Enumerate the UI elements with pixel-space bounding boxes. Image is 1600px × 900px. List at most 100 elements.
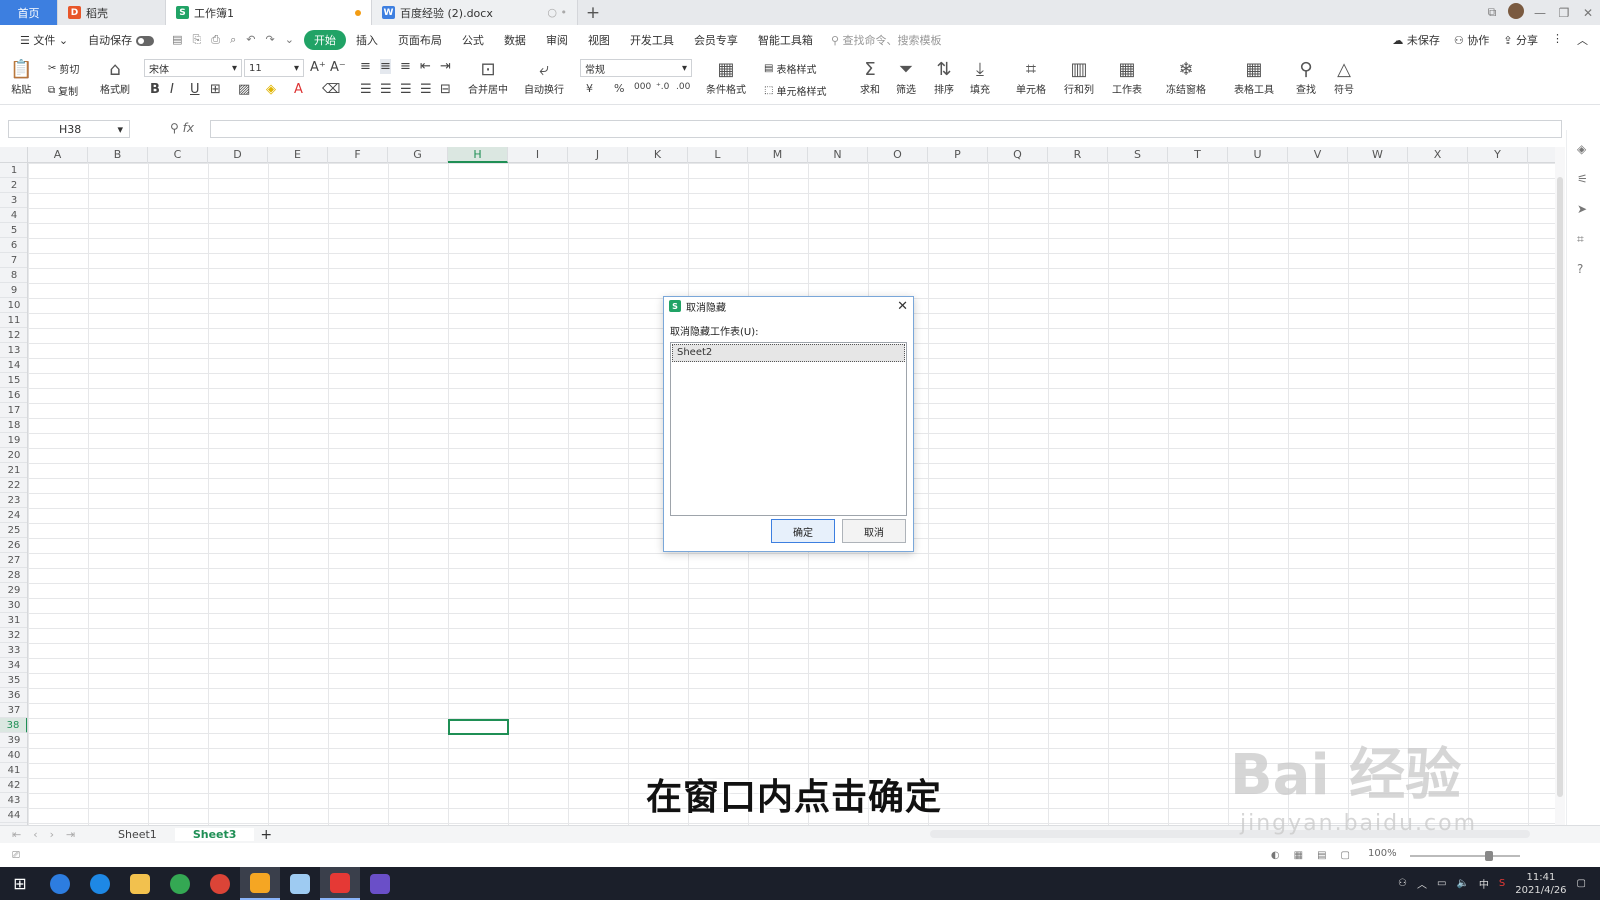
column-header[interactable]: I	[508, 147, 568, 163]
column-header[interactable]: C	[148, 147, 208, 163]
undo-icon[interactable]: ↶	[246, 33, 255, 47]
row-header[interactable]: 36	[0, 688, 27, 703]
tab-home[interactable]: 首页	[0, 0, 58, 25]
add-sheet-button[interactable]: +	[254, 827, 278, 843]
clear-format-icon[interactable]: ⌫	[322, 82, 340, 97]
normal-view-icon[interactable]: ▦	[1294, 850, 1303, 861]
row-header[interactable]: 12	[0, 328, 27, 343]
menu-data[interactable]: 数据	[494, 32, 536, 48]
sheet-tab-sheet1[interactable]: Sheet1	[100, 828, 175, 841]
pointer-icon[interactable]: ➤	[1577, 202, 1587, 216]
row-header[interactable]: 2	[0, 178, 27, 193]
column-header[interactable]: L	[688, 147, 748, 163]
autosave-toggle[interactable]: 自动保存	[78, 32, 164, 48]
name-box[interactable]: H38 ▾	[8, 120, 130, 138]
page-layout-view-icon[interactable]: ▤	[1317, 850, 1326, 861]
cancel-button[interactable]: 取消	[842, 519, 906, 543]
ok-button[interactable]: 确定	[771, 519, 835, 543]
maximize-icon[interactable]: ❐	[1552, 6, 1576, 20]
row-header[interactable]: 42	[0, 778, 27, 793]
table-tools-button[interactable]: ▦ 表格工具	[1234, 59, 1274, 96]
tab-wps[interactable]: D 稻壳	[58, 0, 166, 25]
row-header[interactable]: 19	[0, 433, 27, 448]
decrease-font-icon[interactable]: A⁻	[330, 60, 346, 75]
hidden-sheets-list[interactable]: Sheet2	[670, 342, 907, 516]
row-header[interactable]: 26	[0, 538, 27, 553]
column-header[interactable]: M	[748, 147, 808, 163]
indent-increase-icon[interactable]: ⇥	[440, 59, 451, 74]
row-header[interactable]: 33	[0, 643, 27, 658]
row-header[interactable]: 40	[0, 748, 27, 763]
clock[interactable]: 11:41 2021/4/26	[1515, 871, 1566, 897]
row-header[interactable]: 3	[0, 193, 27, 208]
scrollbar-thumb[interactable]	[1557, 177, 1563, 797]
ime-indicator[interactable]: 中	[1479, 876, 1489, 891]
column-header[interactable]: G	[388, 147, 448, 163]
align-left-icon[interactable]: ☰	[360, 82, 372, 97]
new-tab-button[interactable]: +	[578, 0, 608, 25]
print-icon[interactable]: ⎙	[211, 33, 220, 47]
increase-decimal-icon[interactable]: ⁺.0	[656, 82, 669, 92]
close-window-icon[interactable]: ✕	[1576, 6, 1600, 20]
taskbar-app-2[interactable]	[80, 867, 120, 900]
collaborate-button[interactable]: ⚇ 协作	[1454, 32, 1489, 48]
avatar[interactable]	[1504, 3, 1528, 22]
justify-icon[interactable]: ☰	[420, 82, 432, 97]
filter-button[interactable]: ⏷ 筛选	[896, 59, 916, 96]
align-bottom-icon[interactable]: ≡	[400, 59, 411, 74]
last-sheet-icon[interactable]: ⇥	[66, 828, 75, 841]
vertical-scrollbar[interactable]	[1555, 147, 1565, 825]
column-header[interactable]: Y	[1468, 147, 1528, 163]
row-header[interactable]: 21	[0, 463, 27, 478]
row-header[interactable]: 29	[0, 583, 27, 598]
taskbar-app-7[interactable]	[280, 867, 320, 900]
page-break-view-icon[interactable]: ▢	[1341, 850, 1350, 861]
align-top-icon[interactable]: ≡	[360, 59, 371, 74]
row-header[interactable]: 34	[0, 658, 27, 673]
more-icon[interactable]: ⋮	[1552, 32, 1563, 48]
taskbar-app-4[interactable]	[160, 867, 200, 900]
menu-review[interactable]: 审阅	[536, 32, 578, 48]
find-button[interactable]: ⚲ 查找	[1296, 59, 1316, 96]
file-menu[interactable]: ☰ 文件 ⌄	[10, 32, 78, 48]
row-header[interactable]: 28	[0, 568, 27, 583]
taskbar-app-wps[interactable]	[320, 867, 360, 900]
row-header[interactable]: 5	[0, 223, 27, 238]
menu-start[interactable]: 开始	[303, 30, 346, 50]
sum-button[interactable]: Σ 求和	[860, 59, 880, 96]
settings-sliders-icon[interactable]: ⚟	[1577, 172, 1588, 186]
tray-expand-icon[interactable]: ︿	[1417, 876, 1427, 891]
column-header[interactable]: N	[808, 147, 868, 163]
cell-style-button[interactable]: ⬚ 单元格样式	[764, 83, 826, 98]
menu-insert[interactable]: 插入	[346, 32, 388, 48]
menu-smart-tools[interactable]: 智能工具箱	[748, 32, 823, 48]
increase-font-icon[interactable]: A⁺	[310, 60, 326, 75]
help-icon[interactable]: ?	[1577, 262, 1583, 276]
column-header[interactable]: R	[1048, 147, 1108, 163]
menu-dev-tools[interactable]: 开发工具	[620, 32, 684, 48]
share-button[interactable]: ⇪ 分享	[1503, 32, 1538, 48]
symbol-button[interactable]: △ 符号	[1334, 59, 1354, 96]
menu-page-layout[interactable]: 页面布局	[388, 32, 452, 48]
zoom-level[interactable]: 100%	[1368, 848, 1397, 859]
sheet-tab-sheet3[interactable]: Sheet3	[174, 828, 255, 841]
column-header[interactable]: K	[628, 147, 688, 163]
column-header[interactable]: U	[1228, 147, 1288, 163]
border-icon[interactable]: ⊞	[210, 82, 221, 97]
column-header[interactable]: F	[328, 147, 388, 163]
unsaved-button[interactable]: ☁ 未保存	[1392, 32, 1440, 48]
column-header[interactable]: H	[448, 147, 508, 163]
cut-button[interactable]: ✂ 剪切	[48, 61, 79, 76]
font-color-icon[interactable]: A	[294, 82, 303, 97]
tab-workbook[interactable]: S 工作簿1	[166, 0, 372, 25]
people-icon[interactable]: ⚇	[1398, 878, 1407, 889]
distributed-icon[interactable]: ⊟	[440, 82, 451, 97]
cell-button[interactable]: ⌗ 单元格	[1016, 59, 1046, 96]
row-header[interactable]: 17	[0, 403, 27, 418]
row-header[interactable]: 25	[0, 523, 27, 538]
column-header[interactable]: B	[88, 147, 148, 163]
list-item[interactable]: Sheet2	[672, 344, 905, 362]
copy-button[interactable]: ⧉ 复制	[48, 83, 78, 98]
row-header[interactable]: 10	[0, 298, 27, 313]
currency-icon[interactable]: ¥	[586, 82, 593, 95]
